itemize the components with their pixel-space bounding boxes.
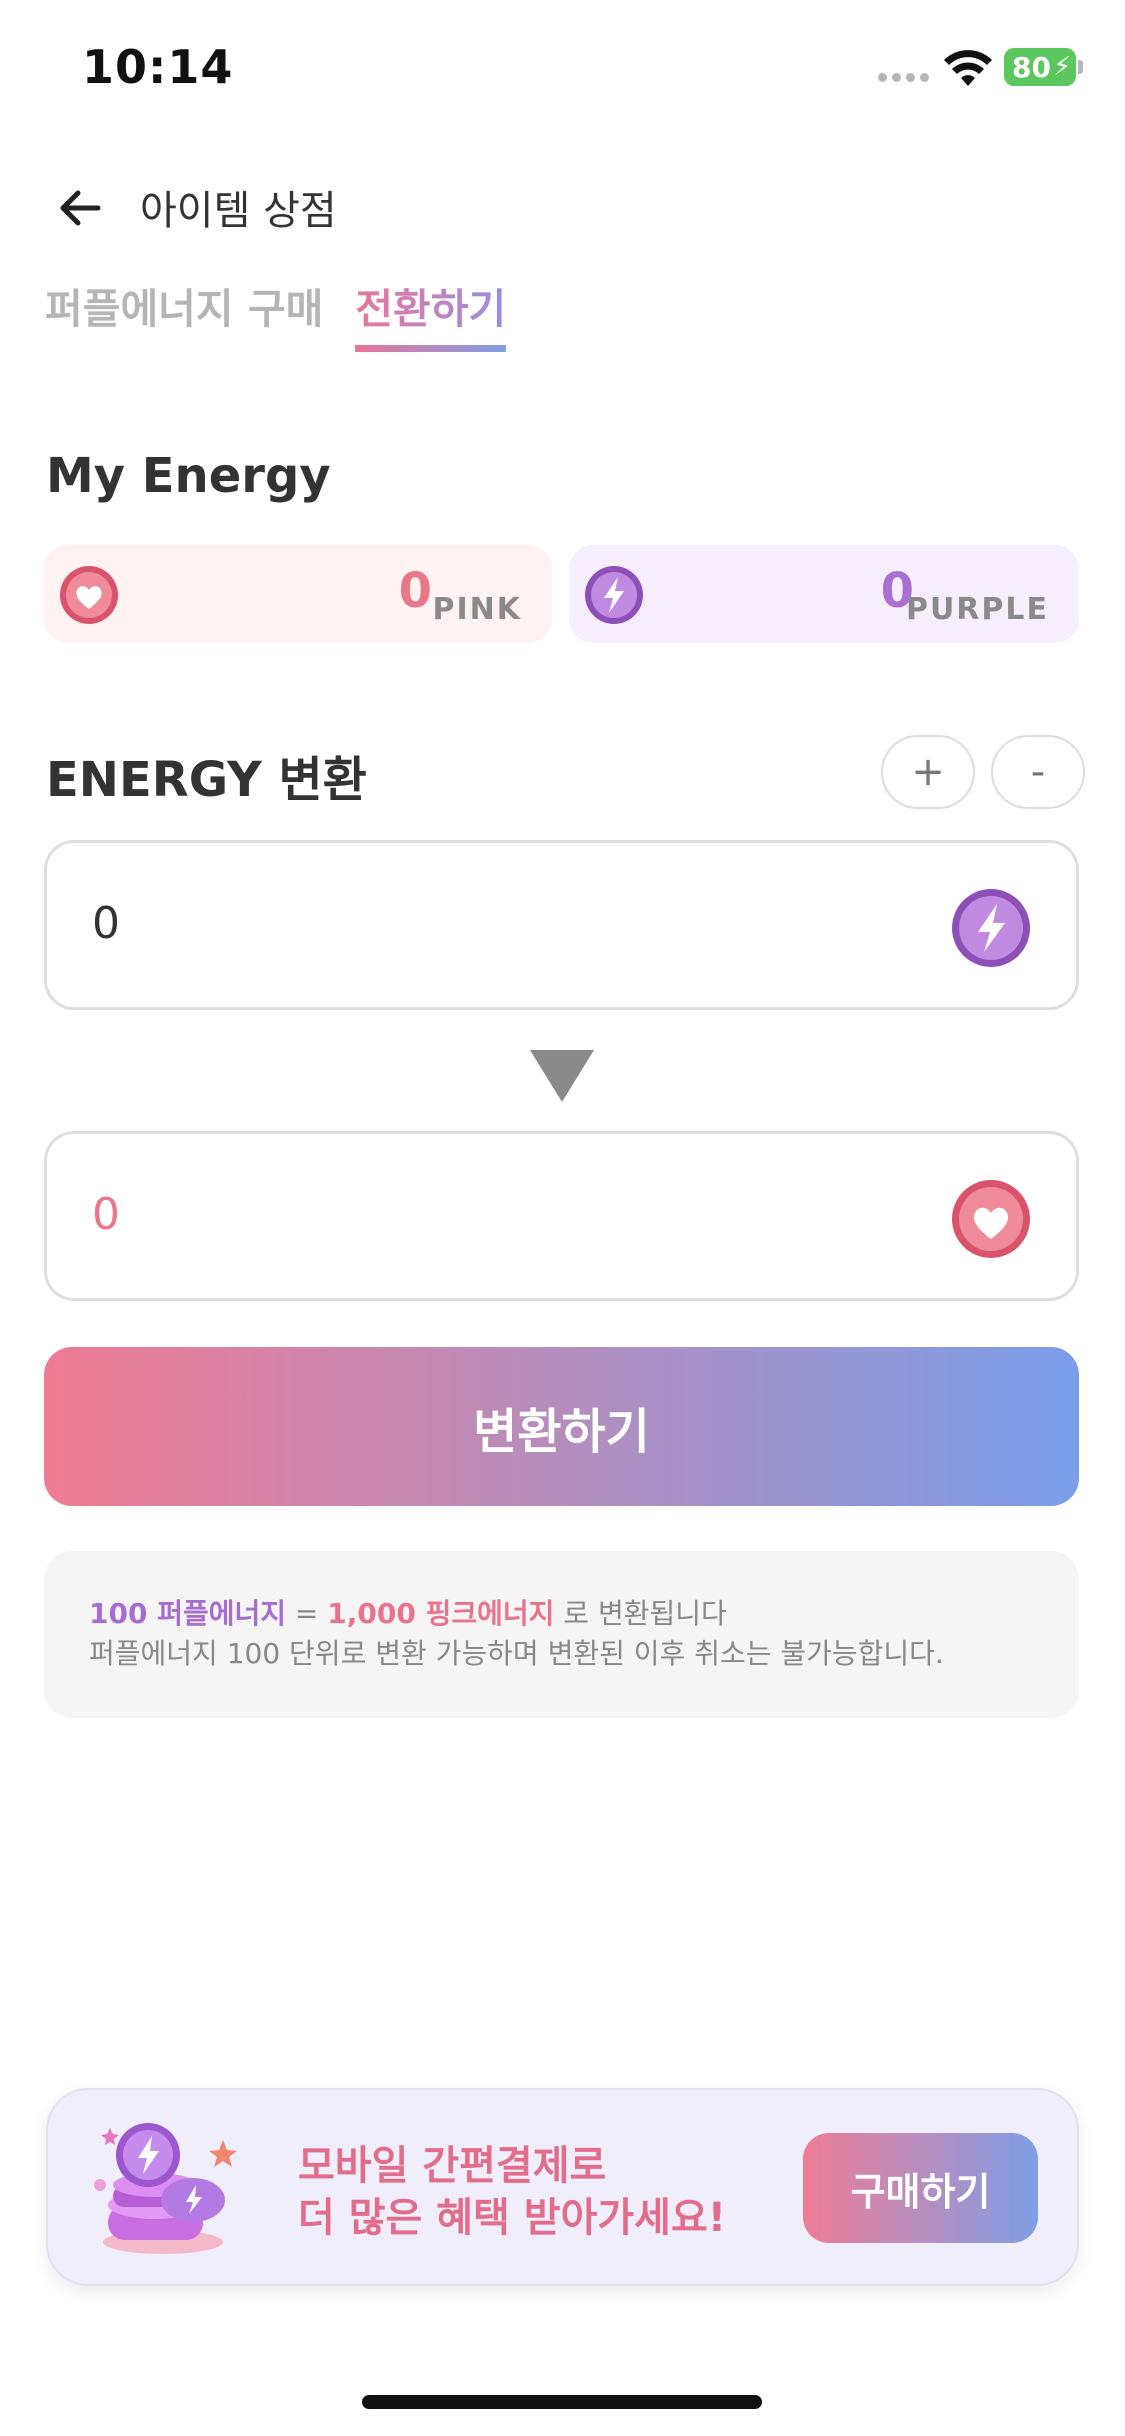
tab-bar: 퍼플에너지 구매 전환하기 <box>45 275 507 355</box>
battery-cap <box>1078 60 1083 74</box>
minus-button[interactable]: - <box>991 735 1085 809</box>
pink-energy-unit: PINK <box>432 592 522 627</box>
tab-convert[interactable]: 전환하기 <box>355 275 507 355</box>
charging-icon: ⚡ <box>1052 52 1072 82</box>
heart-icon <box>60 566 118 624</box>
convert-button[interactable]: 변환하기 <box>44 1347 1079 1506</box>
status-bar: 10:14 80 ⚡ <box>0 0 1125 135</box>
back-arrow-icon <box>60 190 101 226</box>
back-button[interactable] <box>50 178 110 238</box>
purple-energy-card: 0 PURPLE <box>569 545 1079 643</box>
info-pink-amount: 1,000 핑크에너지 <box>327 1597 555 1630</box>
pink-energy-card: 0 PINK <box>44 545 552 643</box>
purple-amount-field[interactable] <box>44 840 1079 1010</box>
purple-amount-input[interactable] <box>92 898 892 949</box>
banner-text: 모바일 간편결제로 더 많은 혜택 받아가세요! <box>298 2140 726 2244</box>
banner-line-1: 모바일 간편결제로 <box>298 2143 607 2189</box>
page-title: 아이템 상점 <box>140 188 337 234</box>
tab-label: 퍼플에너지 구매 <box>45 285 324 333</box>
wifi-icon <box>944 50 992 86</box>
home-indicator[interactable] <box>362 2395 762 2409</box>
lightning-icon <box>952 889 1030 967</box>
tab-purple-energy-purchase[interactable]: 퍼플에너지 구매 <box>45 275 323 355</box>
coins-illustration <box>94 2123 237 2254</box>
info-suffix: 로 변환됩니다 <box>554 1597 727 1630</box>
conversion-note: 퍼플에너지 100 단위로 변환 가능하며 변환된 이후 취소는 불가능합니다. <box>89 1637 944 1670</box>
triangle-down-icon <box>530 1050 594 1102</box>
battery-level: 80 <box>1012 50 1051 84</box>
energy-convert-title: ENERGY 변환 <box>46 752 367 808</box>
pink-amount-field <box>44 1131 1079 1301</box>
purple-energy-unit: PURPLE <box>905 592 1049 627</box>
pink-amount-output <box>92 1189 892 1240</box>
banner-line-2: 더 많은 혜택 받아가세요! <box>298 2195 727 2241</box>
tab-label: 전환하기 <box>355 285 507 333</box>
info-purple-amount: 100 퍼플에너지 <box>89 1597 286 1630</box>
conversion-rate-text: 100 퍼플에너지 = 1,000 핑크에너지 로 변환됩니다 <box>89 1594 1034 1634</box>
purchase-banner[interactable]: 모바일 간편결제로 더 많은 혜택 받아가세요! 구매하기 <box>46 2088 1079 2286</box>
active-tab-underline <box>355 345 507 352</box>
info-equals: = <box>286 1597 328 1630</box>
conversion-info: 100 퍼플에너지 = 1,000 핑크에너지 로 변환됩니다 퍼플에너지 10… <box>44 1551 1079 1718</box>
battery-indicator: 80 ⚡ <box>1004 48 1076 86</box>
signal-icon <box>878 73 929 82</box>
lightning-icon <box>585 566 643 624</box>
status-time: 10:14 <box>82 40 234 94</box>
plus-button[interactable]: + <box>881 735 975 809</box>
buy-button[interactable]: 구매하기 <box>803 2133 1038 2243</box>
my-energy-title: My Energy <box>46 448 331 504</box>
header: 아이템 상점 <box>0 170 1125 240</box>
pink-energy-amount: 0 <box>398 563 432 619</box>
heart-icon <box>952 1180 1030 1258</box>
